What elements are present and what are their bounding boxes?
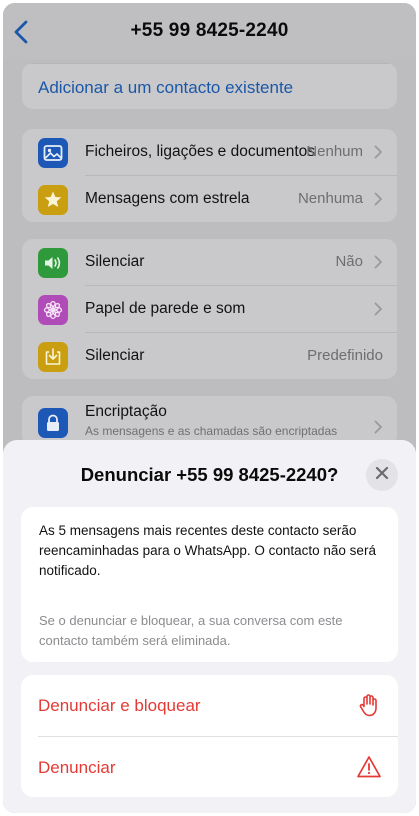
- row-value: Predefinido: [307, 347, 383, 364]
- media-card: Ficheiros, ligações e documentos Nenhum …: [22, 129, 397, 222]
- hand-stop-icon: [356, 692, 382, 718]
- wallpaper-sound-row[interactable]: Papel de parede e som: [22, 286, 397, 332]
- flower-icon: [38, 295, 68, 325]
- row-label: Papel de parede e som: [85, 300, 246, 317]
- row-label: Silenciar: [85, 253, 145, 270]
- row-label: Mensagens com estrela: [85, 190, 250, 207]
- row-label: Ficheiros, ligações e documentos: [85, 143, 316, 160]
- action-label: Denunciar e bloquear: [38, 696, 201, 715]
- warning-icon: [356, 754, 382, 780]
- row-value: Nenhuma: [297, 190, 363, 207]
- add-to-existing-contact-link[interactable]: Adicionar a um contacto existente: [38, 78, 293, 98]
- row-value: Não: [335, 253, 363, 270]
- navigation-bar: +55 99 8425-2240: [3, 3, 416, 59]
- encryption-subtitle: As mensagens e as chamadas são encriptad…: [85, 424, 338, 438]
- row-value: Nenhum: [306, 143, 363, 160]
- encryption-card[interactable]: Encriptação As mensagens e as chamadas s…: [22, 396, 397, 446]
- report-and-block-button[interactable]: Denunciar e bloquear: [21, 675, 398, 736]
- add-contact-card: Adicionar a um contacto existente: [22, 63, 397, 109]
- photo-icon: [38, 138, 68, 168]
- speaker-icon: [38, 248, 68, 278]
- contact-phone-title: +55 99 8425-2240: [130, 20, 289, 41]
- report-block-note: Se o denunciar e bloquear, a sua convers…: [39, 613, 343, 648]
- encryption-row[interactable]: Encriptação As mensagens e as chamadas s…: [22, 396, 397, 446]
- chevron-right-icon: [374, 145, 383, 159]
- close-icon: [375, 466, 389, 485]
- chevron-right-icon: [374, 420, 383, 434]
- report-actions-card: Denunciar e bloquear Denunciar: [21, 675, 398, 797]
- divider: [22, 63, 397, 64]
- settings-card: Silenciar Não Papel de parede e som Sile…: [22, 239, 397, 379]
- star-icon: [38, 185, 68, 215]
- encryption-title: Encriptação: [85, 403, 167, 420]
- close-button[interactable]: [366, 459, 398, 491]
- lock-icon: [38, 408, 68, 438]
- save-to-device-icon: [38, 342, 68, 372]
- save-to-gallery-row[interactable]: Silenciar Predefinido: [22, 333, 397, 379]
- phone-screen: +55 99 8425-2240 Adicionar a um contacto…: [3, 3, 416, 813]
- action-label: Denunciar: [38, 758, 116, 777]
- sheet-title: Denunciar +55 99 8425-2240?: [80, 464, 339, 485]
- starred-messages-row[interactable]: Mensagens com estrela Nenhuma: [22, 176, 397, 222]
- files-links-docs-row[interactable]: Ficheiros, ligações e documentos Nenhum: [22, 129, 397, 175]
- chevron-right-icon: [374, 192, 383, 206]
- report-button[interactable]: Denunciar: [21, 737, 398, 798]
- chevron-right-icon: [374, 302, 383, 316]
- report-info-card: As 5 mensagens mais recentes deste conta…: [21, 507, 398, 662]
- report-info-text: As 5 mensagens mais recentes deste conta…: [39, 523, 376, 578]
- report-bottom-sheet: Denunciar +55 99 8425-2240? As 5 mensage…: [3, 440, 416, 813]
- row-label: Silenciar: [85, 347, 145, 364]
- chevron-right-icon: [374, 255, 383, 269]
- mute-row[interactable]: Silenciar Não: [22, 239, 397, 285]
